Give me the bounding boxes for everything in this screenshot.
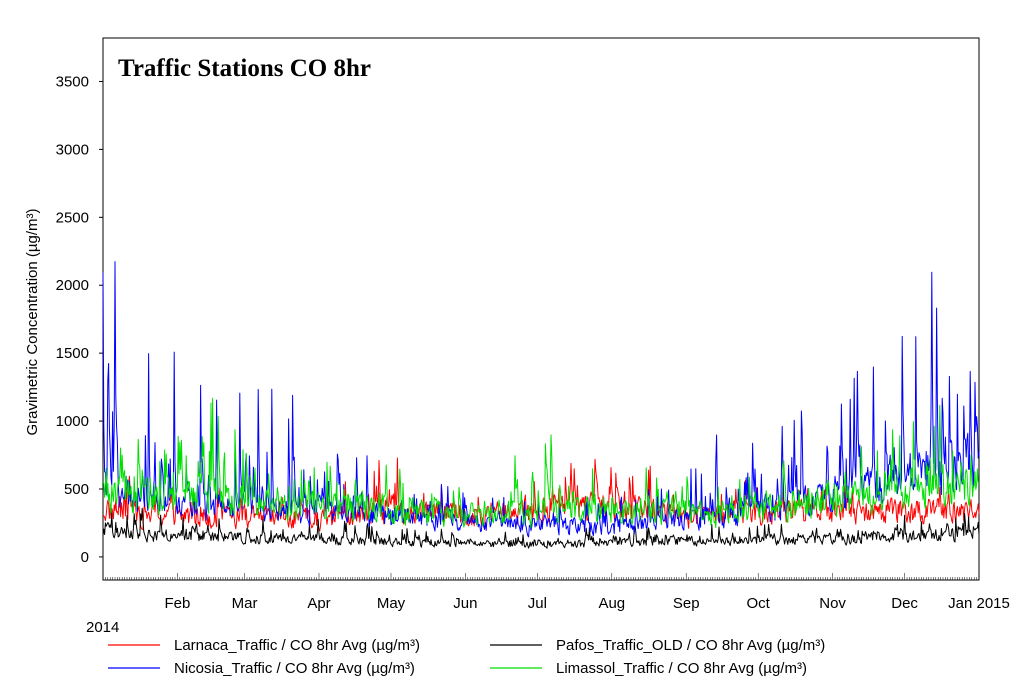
x-tick-label: Aug: [598, 595, 625, 612]
series-layer: [102, 261, 980, 549]
legend-label: Limassol_Traffic / CO 8hr Avg (µg/m³): [556, 660, 807, 677]
y-tick-label: 2500: [56, 209, 89, 226]
x-tick-label: Jan 2015: [948, 595, 1010, 612]
x-tick-label: Nov: [819, 595, 846, 612]
y-axis-ticks: 0 500 1000 1500 2000 2500 3000 3500: [56, 73, 103, 566]
x-tick-label: Jun: [453, 595, 477, 612]
y-tick-label: 3000: [56, 141, 89, 158]
y-tick-label: 2000: [56, 277, 89, 294]
x-tick-label: Apr: [307, 595, 330, 612]
x-tick-label: Mar: [232, 595, 258, 612]
x-tick-label: Sep: [673, 595, 700, 612]
x-start-year-label: 2014: [86, 619, 119, 636]
y-tick-label: 3500: [56, 73, 89, 90]
y-tick-label: 0: [81, 549, 89, 566]
series-line: [102, 397, 980, 529]
chart: 0 500 1000 1500 2000 2500 3000 3500 Feb Mar Apr Ma…: [24, 37, 1010, 677]
x-axis-ticks: Feb Mar Apr May Jun Jul Aug Sep Oct Nov Dec Jan 201…: [102, 573, 1010, 612]
y-axis-title: Gravimetric Concentration (µg/m³): [24, 208, 41, 435]
x-tick-label: Oct: [747, 595, 771, 612]
y-tick-label: 1000: [56, 413, 89, 430]
legend-label: Nicosia_Traffic / CO 8hr Avg (µg/m³): [174, 660, 415, 677]
chart-title: Traffic Stations CO 8hr: [118, 55, 371, 82]
y-tick-label: 1500: [56, 345, 89, 362]
x-tick-label: May: [377, 595, 406, 612]
x-tick-label: Feb: [164, 595, 190, 612]
x-tick-label: Jul: [528, 595, 547, 612]
legend-label: Larnaca_Traffic / CO 8hr Avg (µg/m³): [174, 637, 420, 654]
y-tick-label: 500: [64, 481, 89, 498]
legend: Larnaca_Traffic / CO 8hr Avg (µg/m³) Nico…: [108, 637, 825, 677]
x-tick-label: Dec: [891, 595, 918, 612]
legend-label: Pafos_Traffic_OLD / CO 8hr Avg (µg/m³): [556, 637, 825, 654]
